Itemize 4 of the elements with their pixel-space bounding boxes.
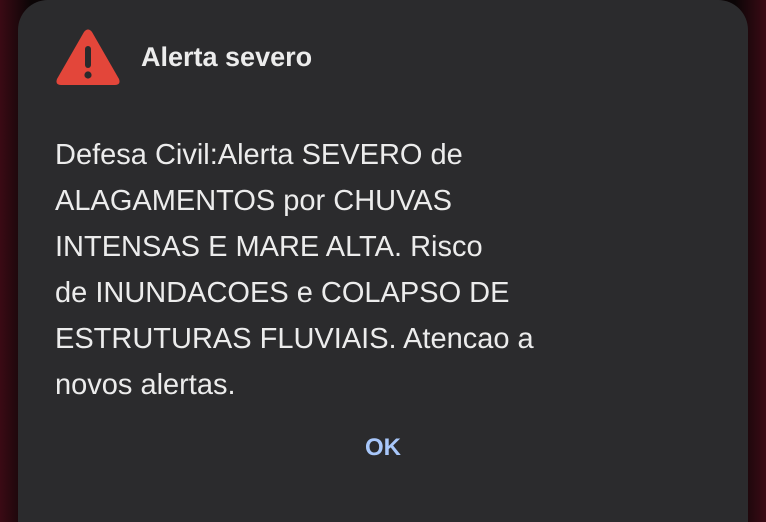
alert-message: Defesa Civil:Alerta SEVERO de ALAGAMENTOS por CHUVAS INTENSAS E MARE ALTA. Risco de INUNDACOES e COLAPSO DE ESTRUTURAS FLUVIAIS. Atencao a novos alertas. <box>55 138 535 403</box>
dialog-title: Alerta severo <box>141 42 312 72</box>
warning-icon <box>55 28 121 86</box>
ok-button[interactable]: OK <box>355 430 411 466</box>
